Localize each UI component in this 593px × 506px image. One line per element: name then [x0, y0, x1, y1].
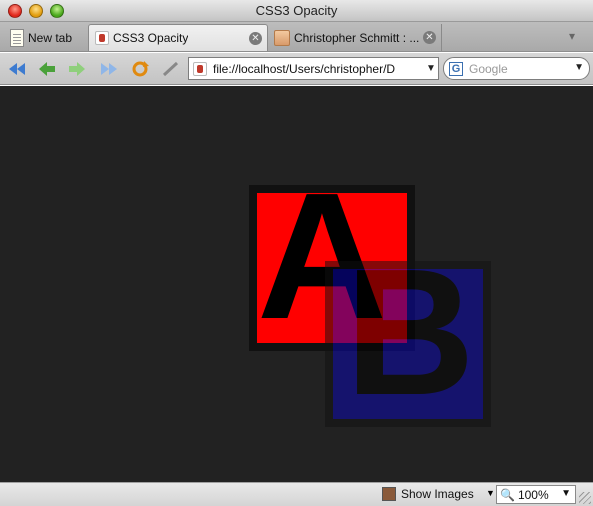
- fast-forward-button[interactable]: [98, 59, 120, 79]
- magnifier-icon: 🔍: [500, 487, 515, 502]
- new-tab-icon: [10, 28, 24, 47]
- tab-close-icon[interactable]: ✕: [249, 32, 262, 45]
- back-button[interactable]: [36, 59, 58, 79]
- tab-bar: New tab CSS3 Opacity ✕ Christopher Schmi…: [0, 22, 593, 52]
- window-title: CSS3 Opacity: [255, 3, 338, 18]
- tab-close-icon[interactable]: ✕: [423, 31, 436, 44]
- url-text: file://localhost/Users/christopher/D: [213, 61, 396, 76]
- stop-button[interactable]: [160, 59, 182, 79]
- forward-arrow-icon: [69, 62, 85, 76]
- show-images-label: Show Images: [401, 487, 474, 501]
- page-favicon-icon: [95, 31, 109, 45]
- back-arrow-icon: [39, 62, 55, 76]
- search-placeholder: Google: [469, 61, 508, 76]
- tab-christopher-schmitt[interactable]: Christopher Schmitt : ... ✕: [268, 24, 442, 51]
- letter-b: B: [345, 261, 475, 427]
- reload-button[interactable]: [129, 59, 151, 79]
- navigation-toolbar: file://localhost/Users/christopher/D ▼ G…: [0, 53, 593, 85]
- box-b: B: [325, 261, 491, 427]
- page-favicon-icon: [274, 29, 290, 46]
- resize-grip-icon[interactable]: [579, 492, 591, 504]
- reload-icon: [132, 61, 149, 77]
- fast-forward-icon: [101, 63, 117, 75]
- search-field[interactable]: G Google ▼: [443, 57, 590, 80]
- window-titlebar: CSS3 Opacity: [0, 0, 593, 22]
- tab-label: CSS3 Opacity: [113, 31, 189, 45]
- page-favicon-icon: [193, 61, 207, 76]
- rewind-icon: [9, 63, 25, 75]
- url-field[interactable]: file://localhost/Users/christopher/D ▼: [188, 57, 439, 80]
- zoom-value: 100%: [517, 487, 549, 502]
- search-dropdown-icon[interactable]: ▼: [574, 62, 584, 73]
- tab-css3-opacity[interactable]: CSS3 Opacity ✕: [88, 24, 268, 51]
- zoom-select[interactable]: 🔍 100% ▼: [496, 485, 576, 504]
- google-icon: G: [449, 61, 463, 76]
- page-content: A B: [0, 86, 593, 482]
- trash-icon[interactable]: ▾: [565, 29, 579, 43]
- url-dropdown-icon[interactable]: ▼: [424, 63, 438, 74]
- show-images-dropdown-icon[interactable]: ▼: [486, 488, 495, 498]
- tab-label: New tab: [28, 30, 73, 45]
- show-images-button[interactable]: Show Images: [382, 487, 474, 501]
- zoom-dropdown-icon: ▼: [561, 488, 571, 499]
- tab-new[interactable]: New tab: [4, 24, 88, 51]
- tab-label: Christopher Schmitt : ...: [294, 30, 420, 45]
- image-icon: [382, 487, 396, 501]
- rewind-button[interactable]: [6, 59, 28, 79]
- status-bar: Show Images ▼ 🔍 100% ▼: [0, 482, 593, 506]
- forward-button[interactable]: [66, 59, 88, 79]
- pencil-icon: [162, 61, 179, 77]
